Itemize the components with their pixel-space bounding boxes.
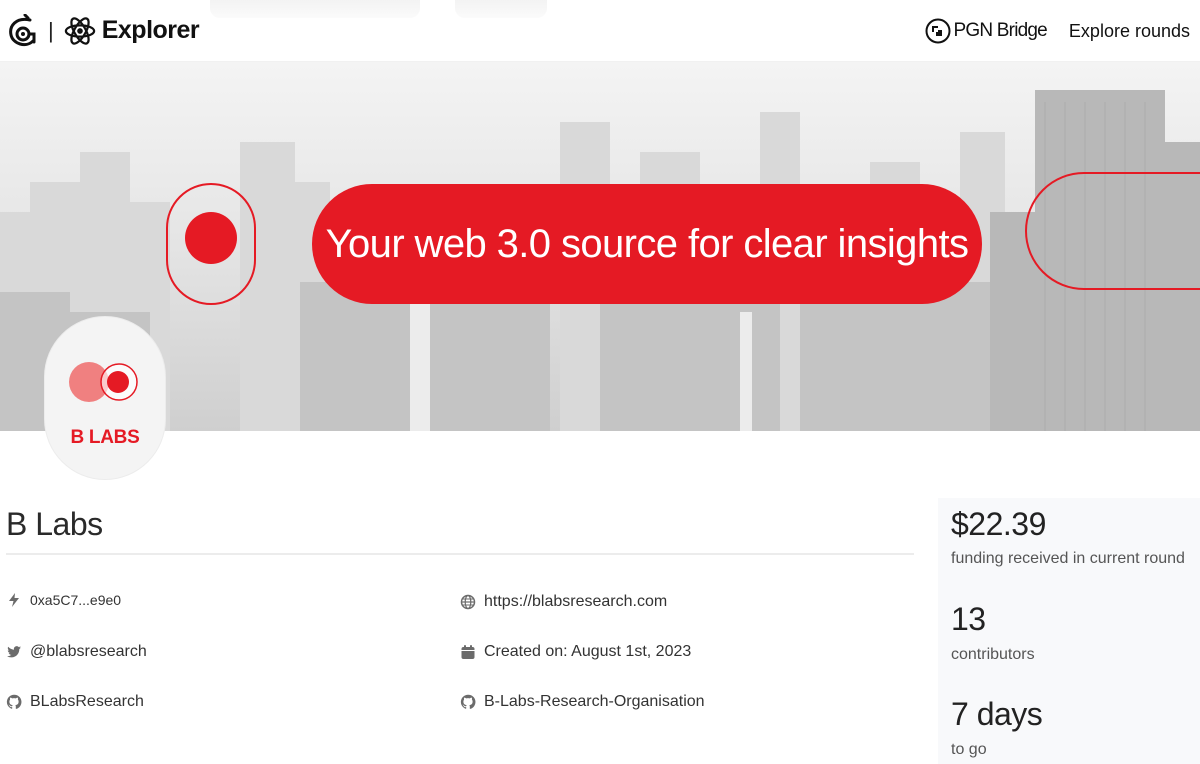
contributors-label: contributors — [951, 646, 1035, 663]
project-logo-text: B LABS — [70, 427, 140, 448]
pgn-bridge-label: PGN Bridge — [953, 20, 1048, 41]
github-icon — [460, 694, 476, 709]
header-placeholder-bar — [455, 0, 547, 18]
project-website-link[interactable]: https://blabsresearch.com — [484, 593, 667, 611]
funding-amount: $22.39 — [951, 506, 1046, 542]
round-stats-panel: $22.39 funding received in current round… — [938, 498, 1200, 764]
banner-tagline-pill: Your web 3.0 source for clear insights — [312, 184, 982, 304]
b-labs-logo-icon — [69, 362, 138, 402]
project-banner: Your web 3.0 source for clear insights — [0, 62, 1200, 431]
funding-label: funding received in current round — [951, 550, 1185, 567]
project-github-org: B-Labs-Research-Organisation — [460, 693, 705, 711]
calendar-icon — [461, 645, 475, 659]
project-created-date: Created on: August 1st, 2023 — [460, 643, 691, 661]
header-placeholder-bar — [210, 0, 420, 18]
nav-links: PGN Bridge Explore rounds — [925, 0, 1190, 62]
github-icon — [6, 694, 22, 709]
project-github-user: BLabsResearch — [6, 693, 144, 711]
pgn-bridge-icon — [925, 18, 951, 44]
bolt-icon — [9, 593, 19, 607]
brand-home-link[interactable]: | Explorer — [8, 0, 200, 62]
brand-separator: | — [48, 17, 54, 43]
banner-tagline: Your web 3.0 source for clear insights — [325, 221, 969, 266]
top-navbar: | Explorer PGN Bridge Explore rounds — [0, 0, 1200, 62]
time-remaining-value: 7 days — [951, 696, 1043, 732]
gitcoin-logo-icon — [9, 13, 36, 46]
project-twitter: @blabsresearch — [6, 643, 147, 661]
project-logo: B LABS — [45, 317, 165, 479]
project-address-text: 0xa5C7...e9e0 — [30, 592, 122, 608]
project-created-text: Created on: August 1st, 2023 — [484, 643, 692, 660]
time-remaining-label: to go — [951, 741, 987, 758]
twitter-icon — [7, 646, 21, 658]
banner-ring-decoration — [1025, 172, 1200, 290]
project-website: https://blabsresearch.com — [460, 593, 667, 611]
globe-icon — [460, 594, 476, 610]
project-github-org-link[interactable]: B-Labs-Research-Organisation — [484, 693, 705, 711]
pgn-bridge-link[interactable]: PGN Bridge — [925, 18, 1048, 44]
explore-rounds-link[interactable]: Explore rounds — [1069, 21, 1190, 42]
explorer-logo-icon — [64, 16, 95, 45]
project-github-user-link[interactable]: BLabsResearch — [30, 693, 144, 711]
contributors-count: 13 — [951, 601, 986, 637]
brand-title: Explorer — [101, 16, 200, 44]
project-address: 0xa5C7...e9e0 — [6, 592, 121, 608]
project-twitter-link[interactable]: @blabsresearch — [30, 643, 147, 661]
project-title: B Labs — [6, 506, 103, 542]
title-divider — [6, 553, 914, 555]
banner-dot-decoration — [185, 212, 237, 264]
